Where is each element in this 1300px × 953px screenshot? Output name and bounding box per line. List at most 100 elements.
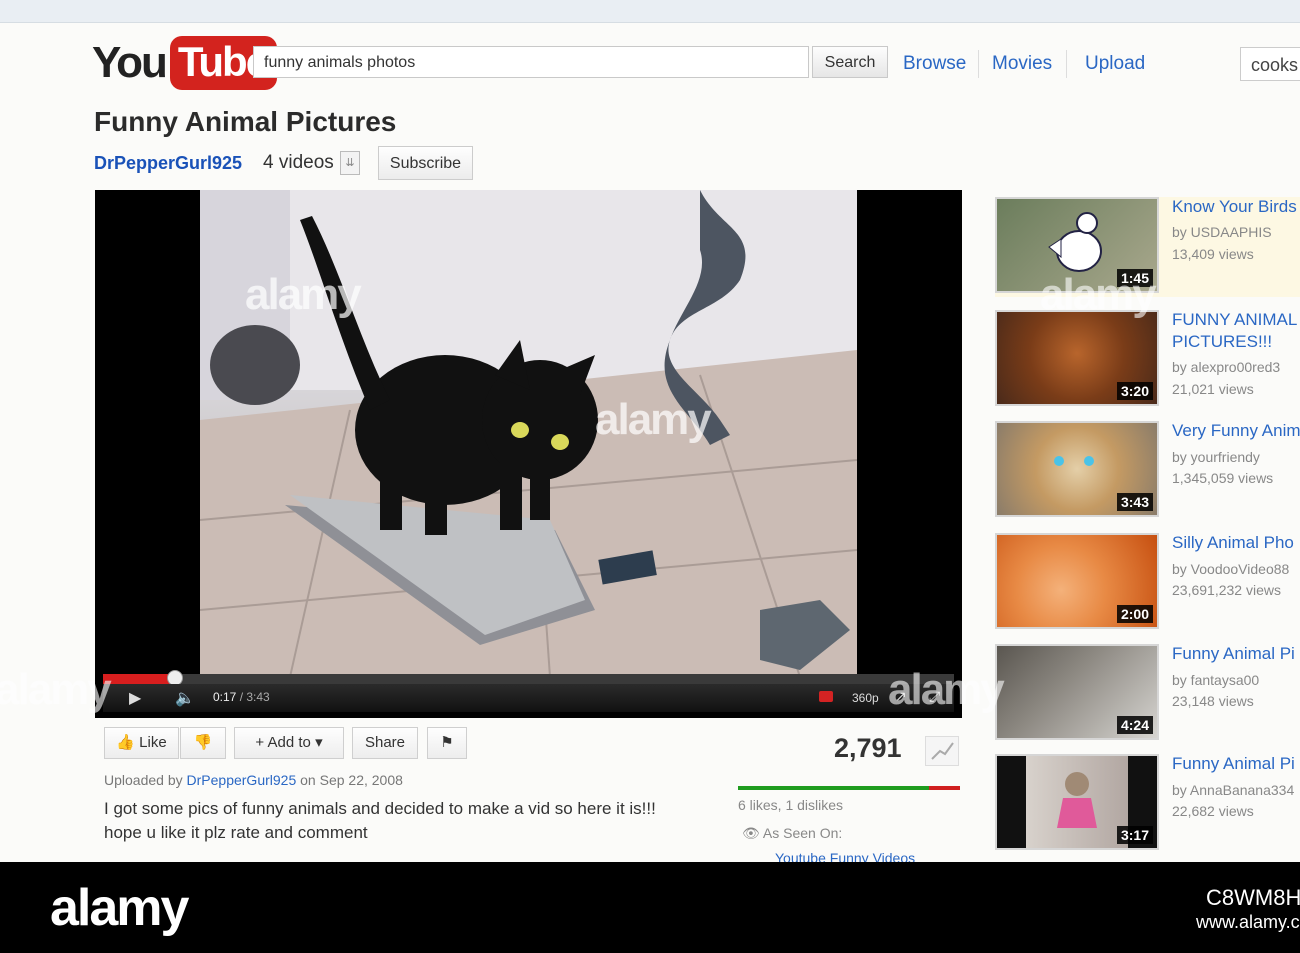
video-thumbnail[interactable]: 3:20: [995, 310, 1159, 406]
video-player[interactable]: alamy alamy ▶ 🔈 0:17 / 3:43 360p ↗ ⤢: [95, 190, 962, 718]
related-video[interactable]: 3:20 FUNNY ANIMAL PICTURES!!! by alexpro…: [995, 310, 1300, 410]
related-author: by fantaysa00: [1172, 672, 1260, 688]
nav-separator: [1066, 50, 1067, 78]
search-button[interactable]: Search: [812, 46, 888, 78]
plus-icon: +: [255, 734, 265, 751]
nav-movies[interactable]: Movies: [992, 53, 1052, 75]
nav-separator: [978, 50, 979, 78]
video-count: 4 videos: [263, 152, 334, 173]
related-video[interactable]: 4:24 Funny Animal Pi by fantaysa00 23,14…: [995, 644, 1300, 744]
watermark-text: alamy: [888, 665, 1005, 714]
video-thumbnail[interactable]: 2:00: [995, 533, 1159, 629]
as-seen-on: 👁 As Seen On:: [742, 825, 842, 842]
chevron-down-icon[interactable]: ⇊: [340, 151, 360, 175]
related-video[interactable]: 3:17 Funny Animal Pi by AnnaBanana334 22…: [995, 754, 1300, 854]
like-ratio-bar: [738, 786, 960, 790]
dislike-button[interactable]: 👎: [180, 727, 226, 759]
dislike-portion: [928, 786, 960, 790]
related-views: 23,691,232 views: [1172, 582, 1281, 598]
browser-screen: You Tube funny animals photos Search Bro…: [0, 0, 1300, 862]
user-menu[interactable]: cooks: [1240, 47, 1300, 81]
logo-you-text: You: [92, 38, 168, 87]
nav-browse[interactable]: Browse: [903, 53, 966, 75]
like-label: Like: [139, 734, 167, 751]
current-time: 0:17: [213, 690, 237, 704]
kitten-scene-image: [200, 190, 857, 677]
flag-button[interactable]: ⚑: [427, 727, 467, 759]
description-line: hope u like it plz rate and comment: [104, 823, 368, 842]
related-author: by yourfriendy: [1172, 449, 1260, 465]
flag-icon: ⚑: [440, 734, 454, 751]
watermark-url: www.alamy.com: [1196, 912, 1300, 932]
player-controls: ▶ 🔈 0:17 / 3:43 360p ↗ ⤢: [103, 684, 954, 712]
video-thumbnail[interactable]: 3:17: [995, 754, 1159, 850]
nav-upload[interactable]: Upload: [1085, 53, 1145, 75]
video-thumbnail[interactable]: 4:24: [995, 644, 1159, 740]
related-video[interactable]: 2:00 Silly Animal Pho by VoodooVideo88 2…: [995, 533, 1300, 633]
subscribe-button[interactable]: Subscribe: [378, 146, 473, 180]
youtube-logo[interactable]: You Tube: [92, 34, 278, 92]
as-seen-label: As Seen On:: [762, 825, 843, 841]
likes-count: 6 likes, 1 dislikes: [738, 797, 844, 813]
thumbs-down-icon: 👎: [193, 734, 213, 751]
quality-selector[interactable]: 360p: [852, 691, 879, 705]
related-author: by alexpro00red3: [1172, 359, 1281, 375]
related-title[interactable]: Funny Animal Pi: [1172, 644, 1300, 664]
eye-icon: 👁: [742, 825, 760, 841]
view-count: 2,791: [834, 733, 902, 763]
related-author: by USDAAPHIS: [1172, 224, 1272, 240]
browser-top-strip: [0, 0, 1300, 23]
share-button[interactable]: Share: [352, 727, 418, 759]
watermark-text: alamy: [245, 270, 362, 319]
watermark-text: alamy: [595, 395, 712, 444]
video-duration: / 3:43: [239, 690, 270, 704]
watermark-code: C8WM8H: [1206, 885, 1300, 910]
watermark-bar: [0, 862, 1300, 953]
video-frame: alamy alamy: [200, 190, 857, 677]
search-input[interactable]: funny animals photos: [253, 46, 809, 78]
related-title[interactable]: Very Funny Anim: [1172, 421, 1300, 441]
related-views: 21,021 views: [1172, 381, 1254, 397]
related-views: 23,148 views: [1172, 693, 1254, 709]
related-title[interactable]: Silly Animal Pho: [1172, 533, 1300, 553]
video-description: I got some pics of funny animals and dec…: [104, 797, 704, 845]
annotations-icon[interactable]: [819, 691, 833, 702]
add-to-button[interactable]: + Add to ▾: [234, 727, 344, 759]
related-title[interactable]: Know Your Birds: [1172, 197, 1300, 217]
video-title: Funny Animal Pictures: [94, 106, 397, 137]
uploaded-prefix: Uploaded by: [104, 772, 183, 788]
video-duration: 3:17: [1116, 826, 1153, 844]
description-line: I got some pics of funny animals and dec…: [104, 799, 656, 818]
progress-fill: [103, 674, 176, 684]
stats-icon: [931, 742, 954, 760]
chevron-down-icon: ▾: [315, 734, 323, 751]
related-views: 22,682 views: [1172, 803, 1254, 819]
upload-info: Uploaded by DrPepperGurl925 on Sep 22, 2…: [104, 772, 403, 788]
watermark-logo: alamy: [50, 879, 189, 937]
like-button[interactable]: 👍 Like: [104, 727, 179, 759]
related-title[interactable]: Funny Animal Pi: [1172, 754, 1300, 774]
related-views: 1,345,059 views: [1172, 470, 1274, 486]
related-title-line2[interactable]: PICTURES!!!: [1172, 332, 1300, 352]
as-seen-link[interactable]: Youtube Funny Videos: [775, 850, 915, 862]
time-display: 0:17 / 3:43: [213, 690, 270, 704]
progress-bar[interactable]: [103, 670, 954, 686]
channel-link[interactable]: DrPepperGurl925: [94, 153, 242, 174]
related-views: 13,409 views: [1172, 246, 1254, 262]
play-icon[interactable]: ▶: [129, 688, 141, 708]
stats-button[interactable]: [925, 736, 959, 766]
uploader-link[interactable]: DrPepperGurl925: [187, 772, 297, 788]
video-duration: 4:24: [1116, 716, 1153, 734]
video-duration: 3:43: [1116, 493, 1153, 511]
related-author: by VoodooVideo88: [1172, 561, 1290, 577]
volume-icon[interactable]: 🔈: [175, 688, 195, 708]
watermark-text: alamy: [0, 665, 112, 714]
video-duration: 3:20: [1116, 382, 1153, 400]
related-title[interactable]: FUNNY ANIMAL: [1172, 310, 1300, 330]
thumbs-up-icon: 👍: [116, 734, 135, 751]
add-to-label: Add to: [267, 734, 311, 751]
upload-date: on Sep 22, 2008: [300, 772, 403, 788]
related-video[interactable]: 3:43 Very Funny Anim by yourfriendy 1,34…: [995, 421, 1300, 521]
video-thumbnail[interactable]: 3:43: [995, 421, 1159, 517]
related-author: by AnnaBanana334: [1172, 782, 1295, 798]
